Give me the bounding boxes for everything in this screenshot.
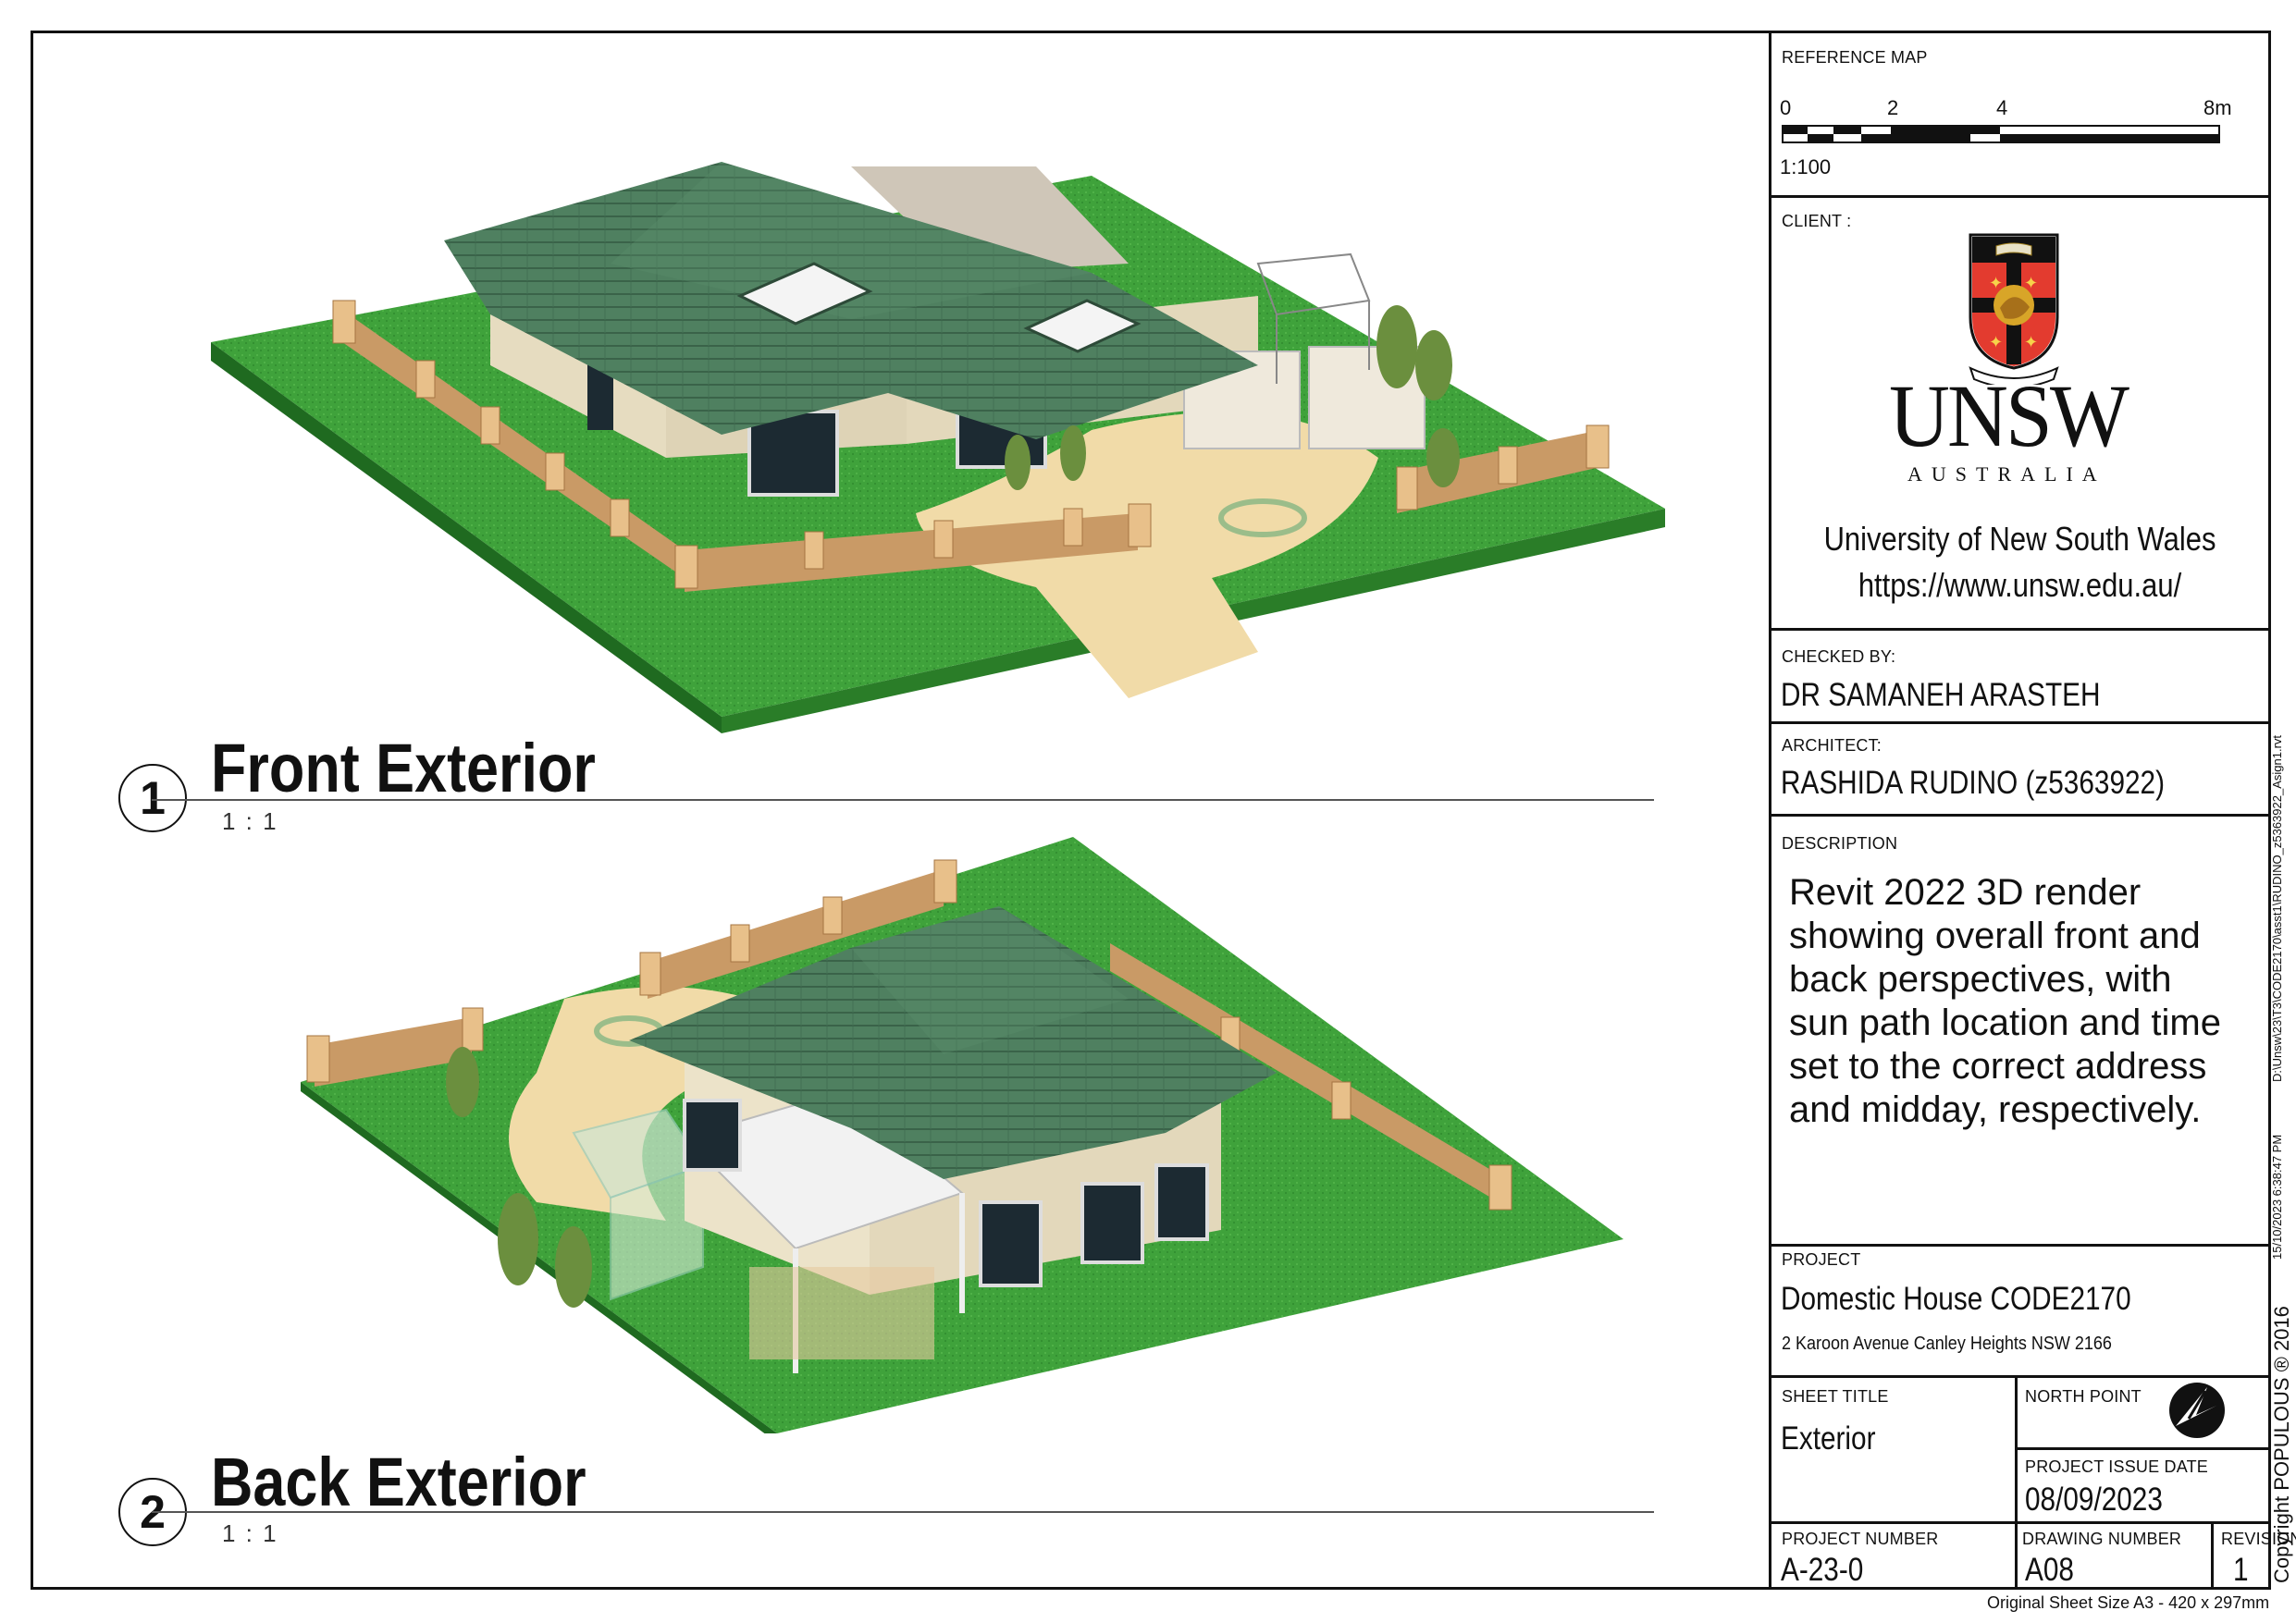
project-number-value: A-23-0 (1781, 1552, 1864, 1588)
file-path-text: D:\Unsw\23\T3\CODE2170\asst1\RUDINO_z536… (2270, 734, 2284, 1082)
description-text: Revit 2022 3D render showing overall fro… (1789, 871, 2221, 1132)
divider (2015, 1375, 2018, 1590)
issue-date-label: PROJECT ISSUE DATE (2025, 1457, 2208, 1476)
issue-date-value: 08/09/2023 (2025, 1482, 2163, 1518)
divider (1769, 628, 2271, 631)
unsw-crest-icon: ✦ ✦ ✦ ✦ (1969, 233, 2059, 385)
divider (2017, 1447, 2271, 1450)
sheet-title-label: SHEET TITLE (1782, 1387, 1889, 1406)
logo-subtitle: AUSTRALIA (1907, 462, 2106, 486)
revision-value: 1 (2232, 1552, 2249, 1588)
svg-text:✦: ✦ (2024, 274, 2038, 293)
view-number-1: 1 (118, 764, 187, 832)
copyright-text: Copyright POPULOUS ® 2016 (2270, 1306, 2293, 1583)
logo-wordmark: UNSW (1889, 366, 2129, 465)
svg-text:✦: ✦ (1989, 333, 2003, 352)
north-point-label: NORTH POINT (2025, 1387, 2142, 1406)
north-arrow-icon (2169, 1383, 2225, 1438)
checked-by-value: DR SAMANEH ARASTEH (1781, 677, 2101, 713)
back-exterior-render (301, 837, 1623, 1433)
description-line: showing overall front and (1789, 916, 2201, 956)
view-title-underline (152, 799, 1654, 801)
front-exterior-render (211, 162, 1665, 733)
drawing-number-value: A08 (2025, 1552, 2074, 1588)
view-scale-1: 1 : 1 (222, 807, 278, 835)
divider (1769, 814, 2271, 817)
scale-tick-8m: 8m (2203, 96, 2232, 119)
view-title-front: Front Exterior (211, 730, 596, 806)
svg-text:✦: ✦ (1989, 274, 2003, 293)
view-scale-2: 1 : 1 (222, 1519, 278, 1547)
scale-tick-2: 2 (1887, 96, 1899, 119)
scale-tick-4: 4 (1996, 96, 2008, 119)
client-label: CLIENT : (1782, 212, 1852, 230)
project-address: 2 Karoon Avenue Canley Heights NSW 2166 (1782, 1334, 2112, 1354)
checked-by-label: CHECKED BY: (1782, 647, 1896, 666)
sheet-title-value: Exterior (1781, 1420, 1876, 1457)
divider (1769, 1521, 2271, 1524)
divider (1769, 195, 2271, 198)
description-line: back perspectives, with (1789, 959, 2172, 1000)
reference-map-label: REFERENCE MAP (1782, 48, 1928, 67)
sheet-size-note: Original Sheet Size A3 - 420 x 297mm (1987, 1593, 2270, 1612)
project-label: PROJECT (1782, 1250, 1861, 1269)
view-title-back: Back Exterior (211, 1444, 586, 1520)
print-date-text: 15/10/2023 6:38:47 PM (2270, 1134, 2284, 1260)
client-url[interactable]: https://www.unsw.edu.au/ (1804, 566, 2236, 605)
description-line: and midday, respectively. (1789, 1089, 2202, 1130)
scale-bar (1782, 125, 2220, 143)
description-line: Revit 2022 3D render (1789, 872, 2142, 913)
divider (1769, 1244, 2271, 1247)
client-name: University of New South Wales (1823, 520, 2216, 558)
project-value: Domestic House CODE2170 (1781, 1281, 2131, 1317)
architect-value: RASHIDA RUDINO (z5363922) (1781, 765, 2165, 801)
description-label: DESCRIPTION (1782, 834, 1898, 853)
drawing-number-label: DRAWING NUMBER (2022, 1530, 2182, 1548)
project-number-label: PROJECT NUMBER (1782, 1530, 1939, 1548)
scale-tick-0: 0 (1780, 96, 1792, 119)
divider (1769, 721, 2271, 724)
scale-ratio: 1:100 (1780, 155, 1832, 178)
architect-label: ARCHITECT: (1782, 736, 1882, 755)
description-line: set to the correct address (1789, 1046, 2207, 1087)
view-title-underline (152, 1511, 1654, 1513)
description-line: sun path location and time (1789, 1002, 2221, 1043)
svg-text:✦: ✦ (2024, 333, 2038, 352)
